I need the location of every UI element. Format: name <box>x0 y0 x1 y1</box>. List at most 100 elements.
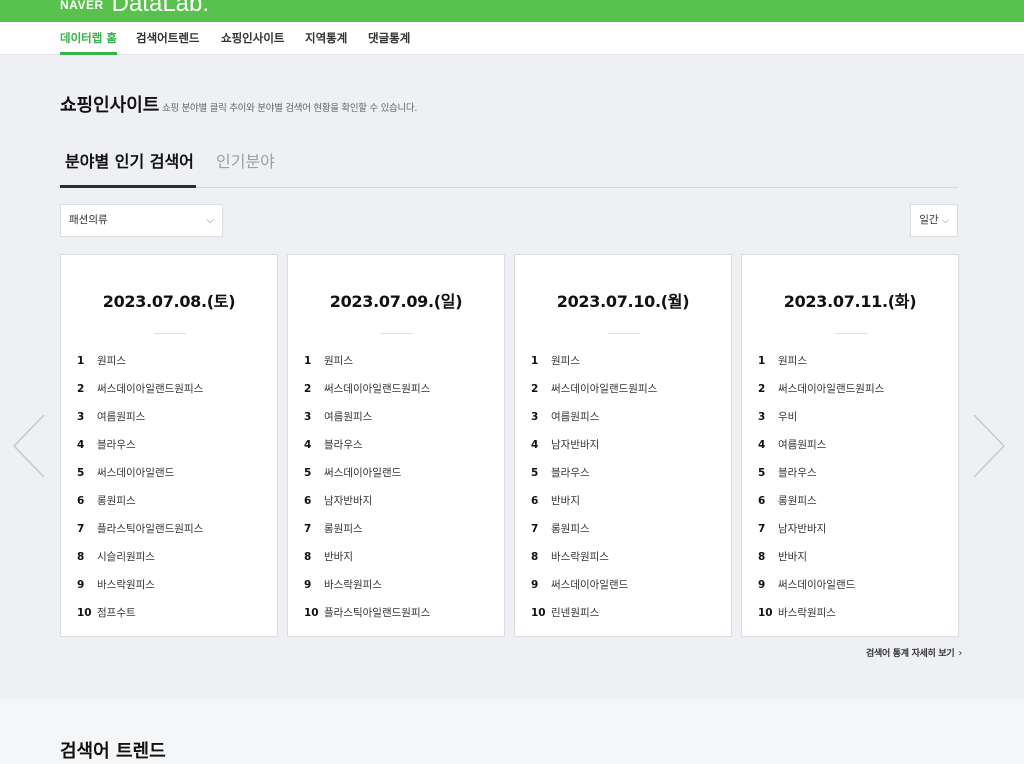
list-item[interactable]: 1 원피스 <box>304 347 494 375</box>
card-divider <box>835 333 867 334</box>
list-item[interactable]: 10 점프수트 <box>77 599 267 627</box>
list-item[interactable]: 9 바스락원피스 <box>304 571 494 599</box>
list-item[interactable]: 5 블라우스 <box>531 459 721 487</box>
search-trend-section: 검색어 트렌드 <box>0 699 1024 764</box>
rank-number: 8 <box>304 551 312 563</box>
page-description: 쇼핑 분야별 클릭 추이와 분야별 검색어 현황을 확인할 수 있습니다. <box>162 103 418 114</box>
chevron-left-icon[interactable] <box>12 413 46 479</box>
list-item[interactable]: 8 바스락원피스 <box>531 543 721 571</box>
list-item[interactable]: 7 플라스틱아일랜드원피스 <box>77 515 267 543</box>
card-divider <box>608 333 640 334</box>
list-item[interactable]: 1 원피스 <box>77 347 267 375</box>
keyword-text: 원피스 <box>778 355 807 367</box>
rank-number: 3 <box>77 411 85 423</box>
list-item[interactable]: 8 시슬리원피스 <box>77 543 267 571</box>
rank-number: 7 <box>77 523 85 535</box>
keyword-text: 바스락원피스 <box>324 579 382 591</box>
rank-number: 1 <box>77 355 85 367</box>
rank-number: 8 <box>758 551 766 563</box>
list-item[interactable]: 5 써스데이아일랜드 <box>77 459 267 487</box>
list-item[interactable]: 4 남자반바지 <box>531 431 721 459</box>
chevron-right-icon[interactable] <box>972 413 1006 479</box>
keyword-text: 써스데이아일랜드원피스 <box>97 383 204 395</box>
list-item[interactable]: 3 우비 <box>758 403 948 431</box>
tab-popular-keywords[interactable]: 분야별 인기 검색어 <box>65 148 194 172</box>
list-item[interactable]: 3 여름원피스 <box>304 403 494 431</box>
nav-item-datalab-home[interactable]: 데이터랩 홈 <box>60 22 117 55</box>
keyword-text: 블라우스 <box>97 439 136 451</box>
keyword-text: 써스데이아일랜드 <box>97 467 175 479</box>
keyword-text: 여름원피스 <box>551 411 600 423</box>
category-select[interactable]: 패션의류 ⌵ <box>60 204 223 237</box>
list-item[interactable]: 4 블라우스 <box>77 431 267 459</box>
category-select-value: 패션의류 <box>69 214 108 226</box>
rank-number: 2 <box>304 383 312 395</box>
list-item[interactable]: 9 써스데이아일랜드 <box>758 571 948 599</box>
keyword-text: 플라스틱아일랜드원피스 <box>97 523 204 535</box>
keyword-rank-list: 1 원피스 2 써스데이아일랜드원피스 3 여름원피스 4 남자반바지 5 블라우스 6반… <box>531 347 721 627</box>
nav-item-regional-stats[interactable]: 지역통계 <box>305 22 347 55</box>
list-item[interactable]: 7 남자반바지 <box>758 515 948 543</box>
period-select[interactable]: 일간 ⌵ <box>910 204 958 237</box>
keyword-text: 점프수트 <box>97 607 136 619</box>
list-item[interactable]: 3 여름원피스 <box>77 403 267 431</box>
keyword-rank-list: 1 원피스 2 써스데이아일랜드원피스 3 우비 4 여름원피스 5 블라우스 6 롱원피스… <box>758 347 948 627</box>
keyword-text: 바스락원피스 <box>551 551 609 563</box>
list-item[interactable]: 1 원피스 <box>758 347 948 375</box>
naver-datalab-logo[interactable]: NAVER DataLab. <box>60 0 209 18</box>
main-nav: 데이터랩 홈 검색어트렌드 쇼핑인사이트 지역통계 댓글통계 <box>0 22 1024 55</box>
nav-item-comment-stats[interactable]: 댓글통계 <box>368 22 410 55</box>
logo-naver-text: NAVER <box>60 0 104 12</box>
chevron-right-icon: › <box>958 648 963 659</box>
rank-number: 5 <box>77 467 85 479</box>
list-item[interactable]: 8 반바지 <box>304 543 494 571</box>
list-item[interactable]: 7 롱원피스 <box>531 515 721 543</box>
keyword-text: 써스데이아일랜드원피스 <box>778 383 885 395</box>
list-item[interactable]: 9 바스락원피스 <box>77 571 267 599</box>
keyword-rank-list: 1 원피스 2 써스데이아일랜드원피스 3 여름원피스 4 블라우스 5 써스데이아일랜드… <box>77 347 267 627</box>
list-item[interactable]: 7 롱원피스 <box>304 515 494 543</box>
list-item[interactable]: 6 반바지 <box>531 487 721 515</box>
list-item[interactable]: 6 남자반바지 <box>304 487 494 515</box>
list-item[interactable]: 10 플라스틱아일랜드원피스 <box>304 599 494 627</box>
list-item[interactable]: 6 롱원피스 <box>758 487 948 515</box>
list-item[interactable]: 2 써스데이아일랜드원피스 <box>77 375 267 403</box>
chevron-down-icon: ⌵ <box>941 216 949 226</box>
nav-item-shopping-insight[interactable]: 쇼핑인사이트 <box>221 22 284 55</box>
list-item[interactable]: 4 여름원피스 <box>758 431 948 459</box>
list-item[interactable]: 2 써스데이아일랜드원피스 <box>304 375 494 403</box>
rank-number: 5 <box>531 467 539 479</box>
list-item[interactable]: 9 써스데이아일랜드 <box>531 571 721 599</box>
nav-item-search-trend[interactable]: 검색어트렌드 <box>136 22 199 55</box>
rank-number: 6 <box>77 495 85 507</box>
card-date: 2023.07.11.(화) <box>783 292 917 311</box>
rank-number: 8 <box>531 551 539 563</box>
view-keyword-stats-label: 검색어 통계 자세히 보기 <box>866 649 955 659</box>
list-item[interactable]: 1 원피스 <box>531 347 721 375</box>
logo-datalab-text: DataLab. <box>111 0 210 17</box>
list-item[interactable]: 4 블라우스 <box>304 431 494 459</box>
card-date: 2023.07.09.(일) <box>329 292 463 311</box>
keyword-rank-list: 1 원피스 2 써스데이아일랜드원피스 3 여름원피스 4 블라우스 5 써스데이아일랜드… <box>304 347 494 627</box>
list-item[interactable]: 10 바스락원피스 <box>758 599 948 627</box>
card-divider <box>381 333 413 334</box>
list-item[interactable]: 8 반바지 <box>758 543 948 571</box>
list-item[interactable]: 6 롱원피스 <box>77 487 267 515</box>
page-title: 쇼핑인사이트 <box>60 95 160 116</box>
card-date: 2023.07.08.(토) <box>102 292 236 311</box>
view-keyword-stats-link[interactable]: 검색어 통계 자세히 보기 › <box>866 646 962 659</box>
list-item[interactable]: 10 린넨원피스 <box>531 599 721 627</box>
list-item[interactable]: 2 써스데이아일랜드원피스 <box>758 375 948 403</box>
rank-number: 1 <box>304 355 312 367</box>
keyword-text: 플라스틱아일랜드원피스 <box>324 607 431 619</box>
keyword-rank-card: 2023.07.09.(일) 1 원피스 2 써스데이아일랜드원피스 3 여름원피스 … <box>287 254 505 637</box>
list-item[interactable]: 5 블라우스 <box>758 459 948 487</box>
keyword-text: 롱원피스 <box>324 523 363 535</box>
keyword-text: 여름원피스 <box>324 411 373 423</box>
chevron-down-icon: ⌵ <box>206 215 214 226</box>
list-item[interactable]: 2 써스데이아일랜드원피스 <box>531 375 721 403</box>
list-item[interactable]: 3 여름원피스 <box>531 403 721 431</box>
tab-popular-categories[interactable]: 인기분야 <box>216 148 275 172</box>
keyword-text: 블라우스 <box>778 467 817 479</box>
list-item[interactable]: 5 써스데이아일랜드 <box>304 459 494 487</box>
